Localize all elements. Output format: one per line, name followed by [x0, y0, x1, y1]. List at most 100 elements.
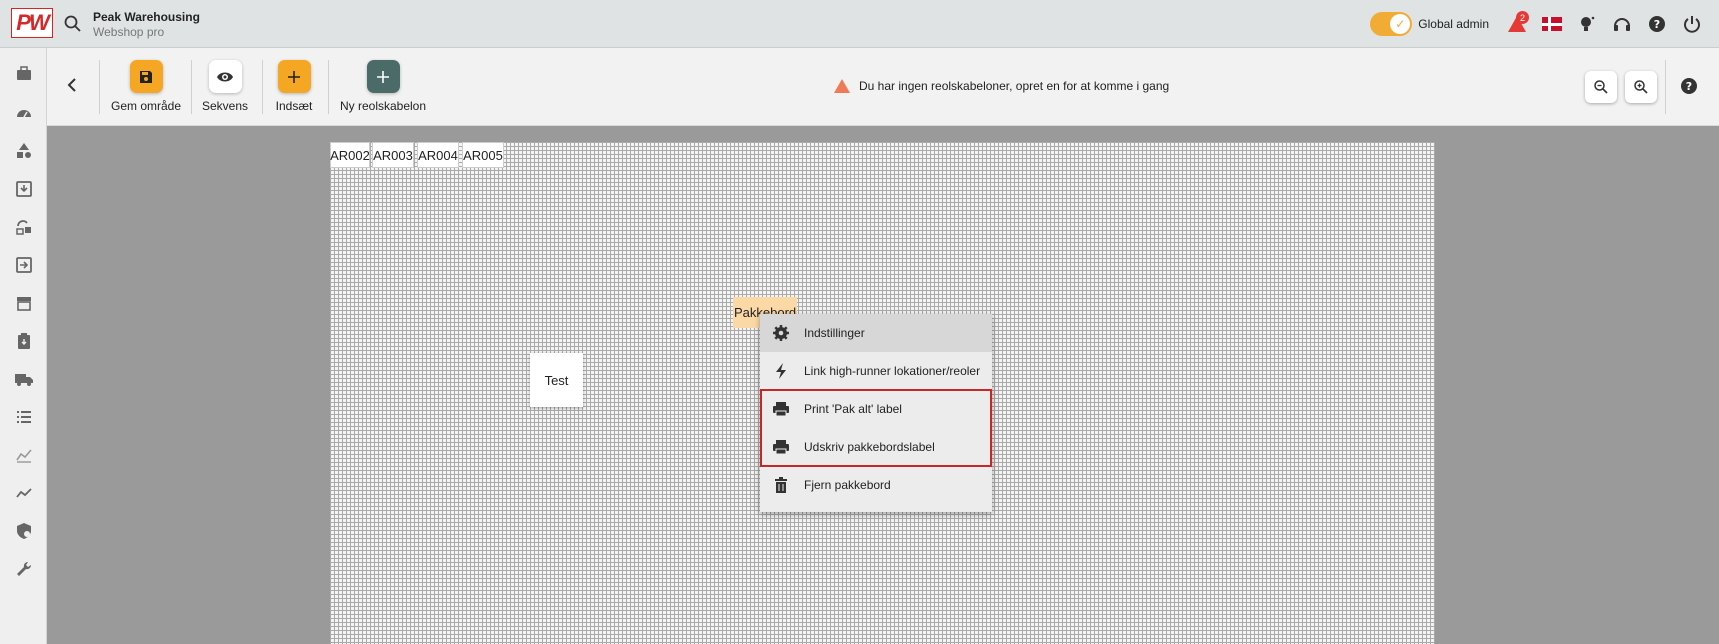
zoom-in-button[interactable]: [1625, 71, 1657, 103]
editor-toolbar: Gem område Sekvens Indsæt Ny reolskabelo…: [47, 48, 1719, 126]
sidebar-item-truck[interactable]: [0, 364, 47, 394]
sequence-button[interactable]: [208, 60, 242, 93]
lightbulb-icon: [1580, 16, 1594, 31]
clipboard-icon: [17, 333, 30, 349]
sidebar-item-shield[interactable]: [0, 516, 47, 546]
rack-ar003[interactable]: AR003: [372, 142, 414, 168]
insert-label: Indsæt: [275, 99, 313, 113]
menu-item-link-high-runner[interactable]: Link high-runner lokationer/reoler: [760, 352, 992, 390]
menu-item-label: Fjern pakkebord: [804, 478, 891, 492]
toolbar-divider: [328, 60, 329, 114]
save-icon: [140, 70, 152, 83]
global-admin-label: Global admin: [1418, 17, 1489, 31]
no-templates-warning: Du har ingen reolskabeloner, opret en fo…: [833, 78, 1169, 94]
sidebar-item-inbox[interactable]: [0, 174, 47, 204]
top-bar: PW Peak Warehousing Webshop pro ✓ Global…: [0, 0, 1719, 48]
eye-icon: [217, 72, 233, 81]
menu-item-label: Link high-runner lokationer/reoler: [804, 364, 981, 378]
save-area-label: Gem område: [110, 99, 182, 113]
power-icon: [1683, 16, 1700, 33]
zoom-in-icon: [1634, 80, 1648, 94]
shapes-icon: [16, 143, 31, 158]
sequence-tool: Sekvens: [200, 60, 250, 113]
help-icon: ?: [1648, 16, 1665, 32]
sidebar-item-transfer[interactable]: [0, 250, 47, 280]
editor-help-button[interactable]: ?: [1680, 77, 1700, 97]
back-button[interactable]: [57, 70, 87, 100]
left-sidebar: [0, 48, 47, 644]
plus-icon: [377, 70, 389, 83]
test-element[interactable]: Test: [530, 353, 583, 407]
menu-item-label: Indstillinger: [804, 326, 865, 340]
toolbar-divider: [99, 60, 100, 114]
zoom-out-button[interactable]: [1585, 71, 1617, 103]
company-switcher[interactable]: Peak Warehousing Webshop pro: [93, 10, 200, 39]
help-button[interactable]: ?: [1639, 0, 1674, 48]
save-area-button[interactable]: [129, 60, 163, 93]
menu-item-label: Udskriv pakkebordslabel: [804, 440, 935, 454]
trend-icon: [15, 488, 32, 498]
sidebar-item-trend[interactable]: [0, 478, 47, 508]
wrench-icon: [16, 561, 31, 576]
danish-flag-icon: [1541, 17, 1562, 31]
sidebar-item-returns[interactable]: [0, 212, 47, 242]
language-button[interactable]: [1534, 0, 1569, 48]
new-template-label: Ny reolskabelon: [339, 99, 427, 113]
trash-icon: [772, 476, 790, 494]
notification-badge: 2: [1516, 11, 1529, 24]
list-icon: [16, 411, 31, 423]
toolbar-divider: [191, 60, 192, 114]
headset-icon: [1613, 18, 1630, 31]
sidebar-item-wrench[interactable]: [0, 554, 47, 584]
rack-ar004[interactable]: AR004: [417, 142, 459, 168]
menu-item-print-packing-label[interactable]: Udskriv pakkebordslabel: [760, 428, 992, 466]
sidebar-item-dashboard[interactable]: [0, 98, 47, 128]
sidebar-item-list[interactable]: [0, 402, 47, 432]
save-area-tool: Gem område: [107, 60, 185, 113]
gear-icon: [772, 324, 790, 342]
lightning-icon: [772, 362, 790, 380]
sidebar-item-clipboard[interactable]: [0, 326, 47, 356]
rack-ar002[interactable]: AR002: [330, 142, 370, 168]
tips-button[interactable]: [1569, 0, 1604, 48]
new-template-button[interactable]: [366, 60, 400, 93]
transfer-icon: [15, 257, 32, 273]
warning-icon: [834, 79, 850, 93]
chevron-left-icon: [67, 78, 76, 92]
menu-item-settings[interactable]: Indstillinger: [760, 314, 992, 352]
new-template-tool: Ny reolskabelon: [338, 60, 428, 113]
alert-button[interactable]: 2: [1499, 0, 1534, 48]
inbox-icon: [15, 181, 32, 197]
shield-icon: [16, 523, 31, 539]
logout-button[interactable]: [1674, 0, 1709, 48]
sidebar-item-store[interactable]: [0, 288, 47, 318]
plus-icon: [288, 70, 300, 83]
printer-icon: [772, 438, 790, 456]
check-icon: ✓: [1390, 14, 1411, 34]
printer-icon: [772, 400, 790, 418]
search-icon[interactable]: [63, 14, 83, 34]
menu-item-print-pak-alt[interactable]: Print 'Pak alt' label: [760, 390, 992, 428]
insert-button[interactable]: [277, 60, 311, 93]
sidebar-item-shapes[interactable]: [0, 136, 47, 166]
sequence-label: Sekvens: [201, 99, 249, 113]
briefcase-icon: [16, 66, 31, 80]
company-subtitle: Webshop pro: [93, 25, 165, 39]
dashboard-icon: [16, 110, 31, 118]
global-admin-toggle[interactable]: ✓: [1370, 12, 1413, 36]
svg-text:?: ?: [1653, 18, 1659, 31]
returns-icon: [15, 220, 31, 235]
help-icon: ?: [1681, 78, 1697, 94]
menu-item-remove-packing-table[interactable]: Fjern pakkebord: [760, 466, 992, 504]
company-logo[interactable]: PW: [11, 8, 53, 38]
sidebar-item-briefcase[interactable]: [0, 59, 47, 89]
sidebar-item-analytics[interactable]: [0, 440, 47, 470]
svg-text:?: ?: [1686, 80, 1692, 93]
insert-tool: Indsæt: [271, 60, 317, 113]
toolbar-divider: [262, 60, 263, 114]
rack-ar005[interactable]: AR005: [462, 142, 504, 168]
truck-icon: [14, 374, 33, 386]
menu-item-label: Print 'Pak alt' label: [804, 402, 902, 416]
zoom-out-icon: [1594, 80, 1608, 94]
support-button[interactable]: [1604, 0, 1639, 48]
